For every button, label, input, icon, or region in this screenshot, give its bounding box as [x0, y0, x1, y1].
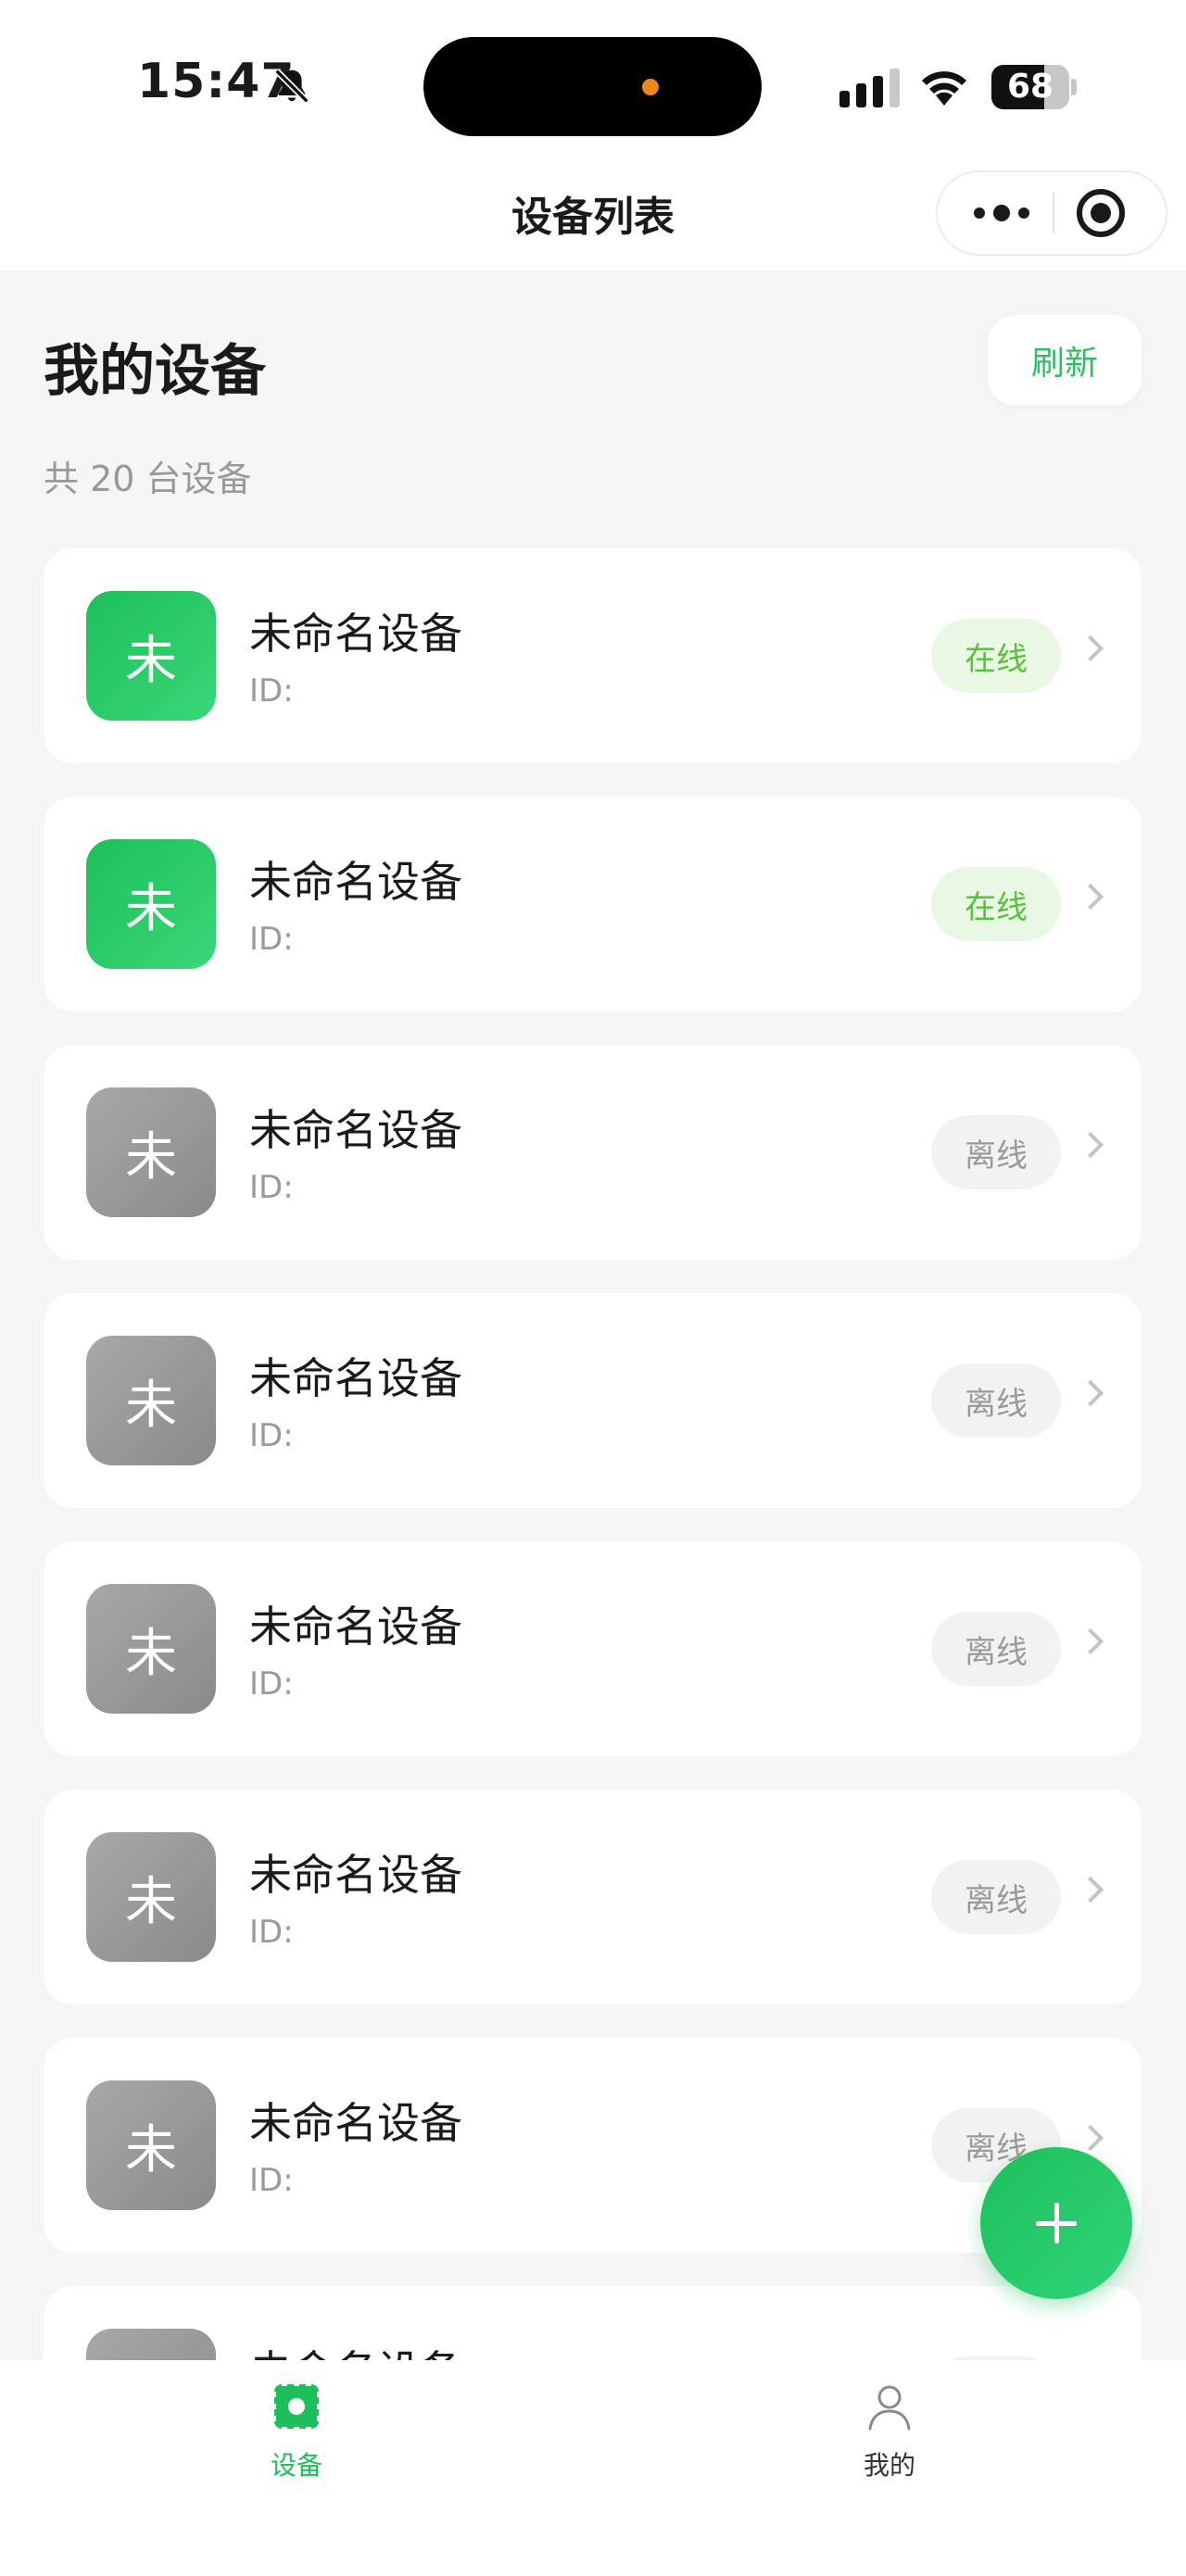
refresh-button[interactable]: 刷新 [988, 315, 1142, 406]
chevron-right-icon [1077, 1379, 1104, 1407]
device-name: 未命名设备 [249, 1353, 462, 1403]
device-card[interactable]: 未未命名设备 ID: 在线 [44, 797, 1142, 1012]
device-avatar: 未 [86, 1087, 216, 1217]
device-name: 未命名设备 [249, 2098, 462, 2148]
device-count: 共 20 台设备 [44, 459, 252, 499]
status-badge: 离线 [931, 1115, 1061, 1189]
chevron-right-icon [1077, 1627, 1104, 1655]
device-id: ID: [249, 1665, 294, 1703]
device-id: ID: [249, 2162, 294, 2199]
device-card[interactable]: 未未命名设备 ID: 离线 [44, 1293, 1142, 1508]
tab-devices-label: 设备 [270, 2450, 322, 2481]
chevron-right-icon [1077, 2124, 1104, 2152]
device-avatar: 未 [86, 591, 216, 721]
device-card[interactable]: 未未命名设备 ID: 离线 [44, 1790, 1142, 2004]
status-badge: 在线 [931, 867, 1061, 941]
tab-bar: 设备 我的 [0, 2360, 1186, 2576]
device-avatar: 未 [86, 2080, 216, 2210]
device-id: ID: [249, 672, 294, 710]
person-icon [868, 2385, 911, 2431]
device-card[interactable]: 未未命名设备 ID: 离线 [44, 1045, 1142, 1260]
status-badge: 在线 [931, 619, 1061, 693]
device-card[interactable]: 未未命名设备ID:离线 [44, 2286, 1142, 2360]
tab-mine-label: 我的 [863, 2450, 915, 2481]
device-id: ID: [249, 1914, 294, 1951]
page-title: 我的设备 [44, 339, 266, 404]
device-card[interactable]: 未未命名设备 ID: 在线 [44, 548, 1142, 763]
device-id: ID: [249, 1417, 294, 1454]
device-icon [271, 2381, 322, 2432]
device-name: 未命名设备 [249, 1850, 462, 1900]
status-badge: 离线 [931, 1612, 1061, 1686]
device-avatar: 未 [86, 1584, 216, 1714]
tab-devices[interactable]: 设备 [204, 2381, 389, 2492]
device-card[interactable]: 未未命名设备ID:离线 [44, 2038, 1142, 2253]
device-name: 未命名设备 [249, 2338, 462, 2360]
device-card[interactable]: 未未命名设备 ID: 离线 [44, 1541, 1142, 1756]
device-avatar: 未 [86, 1832, 216, 1962]
add-device-button[interactable] [980, 2147, 1132, 2299]
status-badge: 离线 [931, 1363, 1061, 1438]
tab-mine[interactable]: 我的 [797, 2381, 982, 2492]
chevron-right-icon [1077, 1876, 1104, 1904]
device-avatar: 未 [86, 839, 216, 969]
device-name: 未命名设备 [249, 1105, 462, 1155]
device-avatar: 未 [86, 1336, 216, 1465]
device-avatar: 未 [86, 2329, 216, 2360]
device-name: 未命名设备 [249, 1602, 462, 1652]
chevron-right-icon [1077, 1131, 1104, 1159]
chevron-right-icon [1077, 883, 1104, 911]
device-name: 未命名设备 [249, 609, 462, 659]
chevron-right-icon [1077, 635, 1104, 662]
device-id: ID: [249, 921, 294, 958]
device-name: 未命名设备 [249, 857, 462, 907]
device-id: ID: [249, 1169, 294, 1206]
device-list-viewport[interactable]: 我的设备 刷新 共 20 台设备 未未命名设备 ID: 在线未未命名设备 ID: 在线未… [0, 0, 1186, 2360]
status-badge: 离线 [931, 1860, 1061, 1934]
